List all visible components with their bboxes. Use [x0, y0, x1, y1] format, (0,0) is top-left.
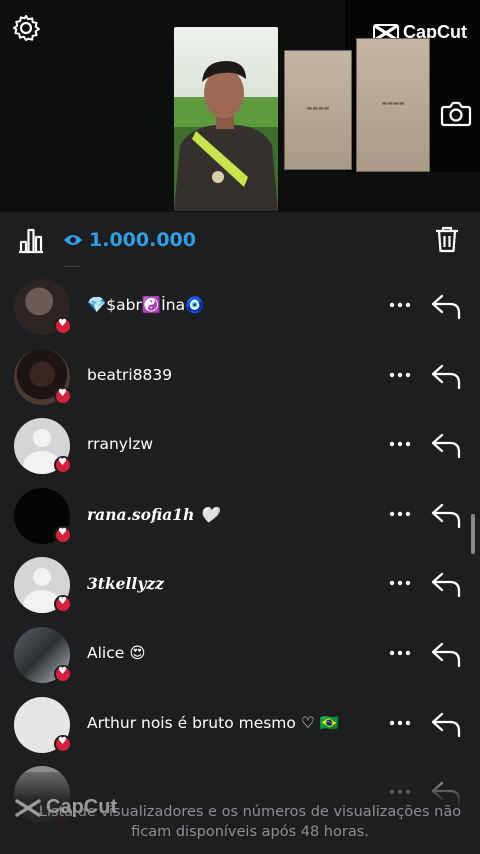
story-thumbnail-current[interactable] [174, 27, 278, 211]
reply-icon[interactable] [430, 640, 462, 668]
footer-note: Lista de visualizadores e os números de … [38, 804, 462, 840]
heart-icon [54, 525, 72, 544]
more-icon[interactable] [388, 713, 412, 733]
viewer-username[interactable]: rranylzw [87, 435, 153, 453]
reply-icon[interactable] [430, 362, 462, 390]
viewer-row[interactable]: Arthur nois é bruto mesmo ♡ 🇧🇷 [0, 690, 480, 760]
heart-icon [54, 734, 72, 753]
reply-icon[interactable] [430, 501, 462, 529]
viewer-row[interactable]: 💎$abr☯️İna🧿 [0, 272, 480, 342]
reply-icon[interactable] [430, 292, 462, 320]
eye-icon [64, 235, 82, 245]
story-thumbnail[interactable]: ▬▬▬▬ [284, 50, 352, 170]
more-icon[interactable] [388, 295, 412, 315]
more-icon[interactable] [388, 434, 412, 454]
scrollbar[interactable] [471, 514, 475, 554]
viewer-username[interactable]: beatri8839 [87, 366, 172, 384]
view-count: 1.000.000 [63, 229, 196, 251]
trash-icon[interactable] [434, 225, 460, 253]
viewers-sheet: 1.000.000 💎$abr☯️İna🧿 beatri8839 rranylzw r… [0, 212, 480, 854]
viewer-row[interactable]: rana.sofia1h 🤍 [0, 481, 480, 551]
reply-icon[interactable] [430, 570, 462, 598]
viewer-row[interactable]: 3tkellyzz [0, 550, 480, 620]
stats-bar: 1.000.000 [0, 212, 480, 268]
bar-chart-icon[interactable] [16, 226, 46, 254]
camera-icon[interactable] [440, 98, 472, 128]
heart-icon [54, 317, 72, 335]
view-count-value: 1.000.000 [89, 229, 196, 251]
viewer-username[interactable]: rana.sofia1h 🤍 [87, 505, 219, 524]
viewer-username[interactable]: 3tkellyzz [87, 574, 164, 593]
story-thumbnail[interactable]: ▬▬▬▬ [356, 38, 430, 172]
viewer-list: 💎$abr☯️İna🧿 beatri8839 rranylzw rana.sofia1… [0, 272, 480, 829]
story-photo [174, 27, 278, 211]
viewer-username[interactable]: Arthur nois é bruto mesmo ♡ 🇧🇷 [87, 714, 339, 732]
viewer-username[interactable]: Alice 😍 [87, 644, 145, 662]
heart-icon [54, 386, 72, 405]
gear-icon[interactable] [11, 13, 41, 43]
more-icon[interactable] [388, 573, 412, 593]
divider [64, 266, 80, 267]
viewer-username[interactable]: 💎$abr☯️İna🧿 [87, 296, 204, 314]
more-icon[interactable] [388, 643, 412, 663]
more-icon[interactable] [388, 365, 412, 385]
reply-icon[interactable] [430, 710, 462, 738]
viewer-row[interactable]: Alice 😍 [0, 620, 480, 690]
more-icon[interactable] [388, 504, 412, 524]
viewer-row[interactable]: beatri8839 [0, 342, 480, 412]
heart-icon [54, 664, 72, 683]
reply-icon[interactable] [430, 431, 462, 459]
story-preview-area: CapCut ▬▬▬▬ ▬▬▬▬ [0, 0, 480, 212]
heart-icon [54, 456, 72, 475]
viewer-row[interactable]: rranylzw [0, 411, 480, 481]
heart-icon [54, 595, 72, 614]
